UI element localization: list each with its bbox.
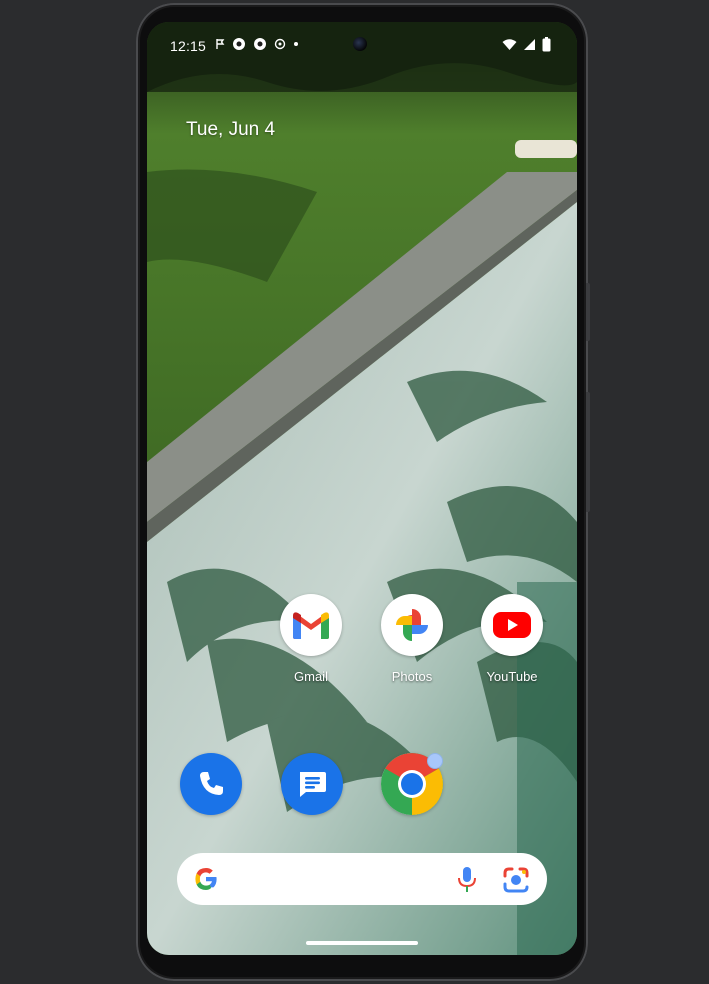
notification-flag-icon [216, 39, 225, 49]
app-photos[interactable]: Photos [372, 594, 452, 684]
notification-badge [427, 753, 443, 769]
power-button [586, 283, 590, 341]
volume-button [586, 392, 590, 512]
date-widget[interactable]: Tue, Jun 4 [186, 119, 275, 141]
notification-icon [274, 38, 286, 50]
app-youtube[interactable]: YouTube [472, 594, 552, 684]
mic-icon[interactable] [457, 866, 477, 894]
notification-icons [215, 37, 299, 51]
app-gmail[interactable]: Gmail [271, 594, 351, 684]
chrome-notification-icon [233, 38, 245, 50]
wifi-icon [502, 39, 517, 50]
chrome-icon [381, 753, 443, 815]
home-screen: 12:15 Tue, Jun 4 Gmail Photos YouTube [147, 22, 577, 955]
battery-icon [542, 37, 551, 52]
system-icons [502, 37, 551, 52]
dock-chrome[interactable] [372, 753, 452, 815]
youtube-icon [481, 594, 543, 656]
messages-icon [281, 753, 343, 815]
status-bar: 12:15 [147, 22, 577, 66]
wallpaper-image [147, 22, 577, 955]
lens-icon[interactable] [502, 866, 530, 894]
front-camera [353, 37, 367, 51]
chrome-notification-icon [254, 38, 266, 50]
gmail-icon [280, 594, 342, 656]
google-g-icon [195, 868, 217, 890]
google-search-bar[interactable] [177, 853, 547, 905]
dock-messages[interactable] [272, 753, 352, 815]
gesture-navigation-handle[interactable] [306, 941, 418, 945]
app-label: Gmail [294, 669, 328, 684]
status-time: 12:15 [170, 38, 207, 54]
photos-icon [381, 594, 443, 656]
more-notifications-dot-icon [294, 42, 298, 46]
dock-phone[interactable] [171, 753, 251, 815]
phone-icon [180, 753, 242, 815]
cellular-signal-icon [524, 39, 535, 50]
app-label: Photos [391, 669, 433, 684]
app-label: YouTube [486, 669, 538, 684]
